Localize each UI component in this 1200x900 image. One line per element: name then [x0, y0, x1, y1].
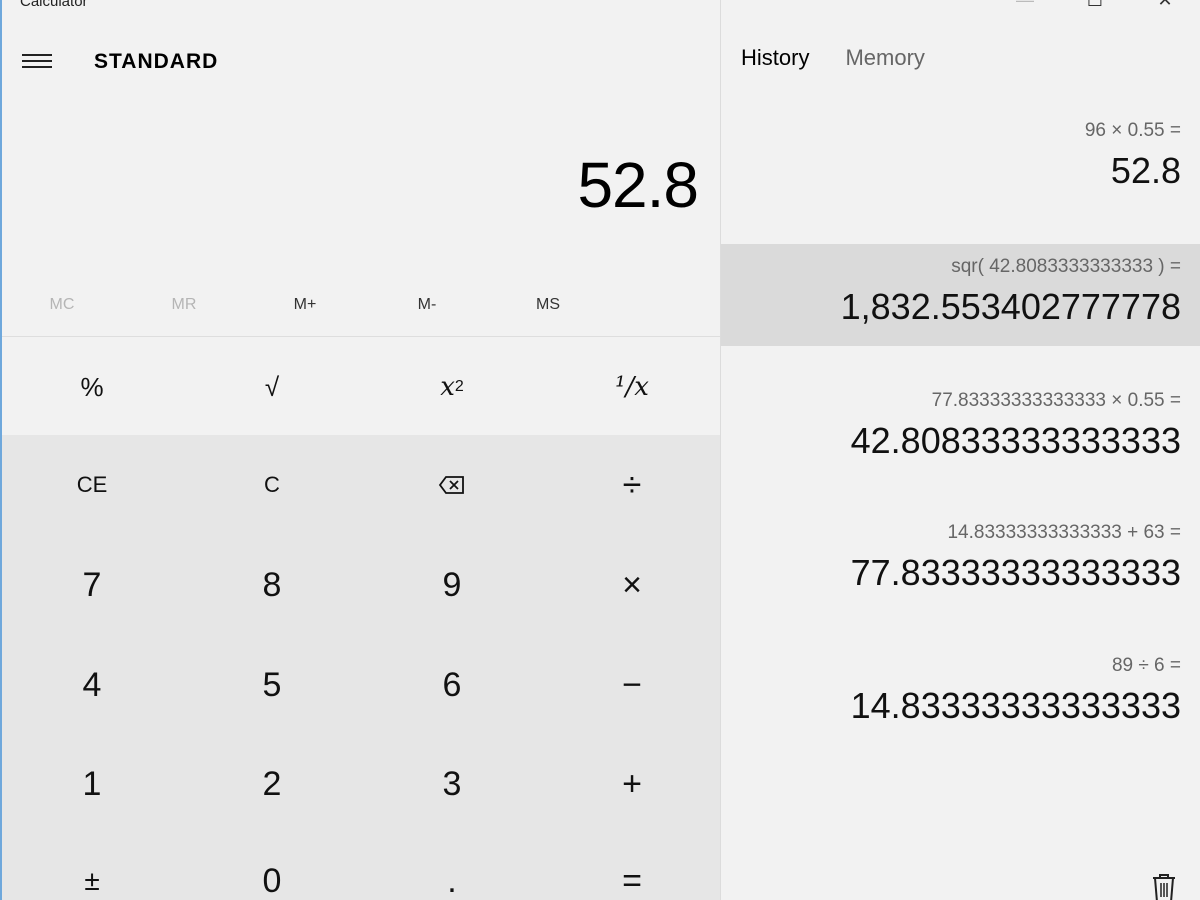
- digit-4-button[interactable]: 4: [2, 635, 182, 735]
- maximize-button[interactable]: ☐: [1060, 0, 1130, 10]
- calculator-main-panel: Calculator STANDARD 52.8 MC MR M+ M- MS …: [0, 0, 722, 900]
- window-title: Calculator: [20, 0, 88, 10]
- close-button[interactable]: ✕: [1130, 0, 1200, 10]
- clear-button[interactable]: C: [182, 435, 362, 535]
- backspace-button[interactable]: [362, 435, 542, 535]
- square-base: x: [440, 372, 455, 402]
- memory-clear-button[interactable]: MC: [2, 285, 122, 325]
- history-result: 1,832.553402777778: [840, 286, 1181, 327]
- mode-title: STANDARD: [94, 50, 219, 73]
- clear-entry-button[interactable]: CE: [2, 435, 182, 535]
- panel-tabs: History Memory: [741, 45, 925, 71]
- window-controls: — ☐ ✕: [990, 0, 1200, 10]
- history-expression: 89 ÷ 6 =: [1111, 655, 1181, 676]
- memory-bar: MC MR M+ M- MS: [2, 285, 722, 325]
- decimal-button[interactable]: .: [362, 831, 542, 900]
- history-item[interactable]: 96 × 0.55 = 52.8: [721, 120, 1200, 220]
- reciprocal-button[interactable]: ¹/x: [542, 337, 722, 437]
- hamburger-icon-line: [22, 66, 52, 68]
- history-result: 42.80833333333333: [850, 420, 1181, 461]
- result-display: 52.8: [577, 149, 699, 221]
- minimize-button[interactable]: —: [990, 0, 1060, 10]
- digit-6-button[interactable]: 6: [362, 635, 542, 735]
- digit-8-button[interactable]: 8: [182, 535, 362, 635]
- hamburger-icon: [22, 54, 52, 56]
- equals-button[interactable]: =: [542, 831, 722, 900]
- memory-store-button[interactable]: MS: [488, 285, 608, 325]
- digit-1-button[interactable]: 1: [2, 734, 182, 834]
- plus-button[interactable]: +: [542, 734, 722, 834]
- history-result: 52.8: [1110, 150, 1181, 191]
- history-expression: 96 × 0.55 =: [1084, 120, 1181, 141]
- multiply-button[interactable]: ×: [542, 535, 722, 635]
- digit-7-button[interactable]: 7: [2, 535, 182, 635]
- history-item[interactable]: sqr( 42.8083333333333 ) = 1,832.55340277…: [721, 244, 1200, 346]
- history-result: 14.83333333333333: [850, 685, 1181, 726]
- reciprocal-label: ¹/x: [615, 372, 649, 402]
- digit-0-button[interactable]: 0: [182, 831, 362, 900]
- percent-button[interactable]: %: [2, 337, 182, 437]
- history-item[interactable]: 89 ÷ 6 = 14.83333333333333: [721, 655, 1200, 755]
- hamburger-icon-line: [22, 60, 52, 62]
- clear-history-button[interactable]: [1150, 872, 1182, 900]
- digit-9-button[interactable]: 9: [362, 535, 542, 635]
- square-exponent: 2: [454, 378, 464, 395]
- close-icon: ✕: [1157, 0, 1172, 11]
- hamburger-menu-button[interactable]: [22, 50, 54, 74]
- minimize-icon: —: [1016, 0, 1034, 11]
- tab-history[interactable]: History: [741, 45, 809, 71]
- memory-recall-button[interactable]: MR: [124, 285, 244, 325]
- memory-subtract-button[interactable]: M-: [367, 285, 487, 325]
- digit-5-button[interactable]: 5: [182, 635, 362, 735]
- memory-add-button[interactable]: M+: [245, 285, 365, 325]
- negate-button[interactable]: ±: [2, 831, 182, 900]
- backspace-icon: [438, 476, 464, 494]
- history-result: 77.83333333333333: [850, 552, 1181, 593]
- history-expression: sqr( 42.8083333333333 ) =: [951, 256, 1181, 277]
- digit-2-button[interactable]: 2: [182, 734, 362, 834]
- divide-button[interactable]: ÷: [542, 435, 722, 535]
- history-panel: — ☐ ✕ History Memory 96 × 0.55 = 52.8 sq…: [720, 0, 1200, 900]
- digit-3-button[interactable]: 3: [362, 734, 542, 834]
- keypad: % √ x2 ¹/x CE C ÷ 7 8 9 × 4 5 6 − 1 2 3: [2, 337, 722, 900]
- history-item[interactable]: 77.83333333333333 × 0.55 = 42.8083333333…: [721, 390, 1200, 490]
- square-button[interactable]: x2: [362, 337, 542, 437]
- trash-icon: [1153, 874, 1175, 900]
- minus-button[interactable]: −: [542, 635, 722, 735]
- square-root-button[interactable]: √: [182, 337, 362, 437]
- history-item[interactable]: 14.83333333333333 + 63 = 77.833333333333…: [721, 522, 1200, 622]
- tab-memory[interactable]: Memory: [845, 45, 924, 71]
- history-expression: 77.83333333333333 × 0.55 =: [931, 390, 1181, 411]
- history-expression: 14.83333333333333 + 63 =: [947, 522, 1181, 543]
- maximize-icon: ☐: [1087, 0, 1103, 11]
